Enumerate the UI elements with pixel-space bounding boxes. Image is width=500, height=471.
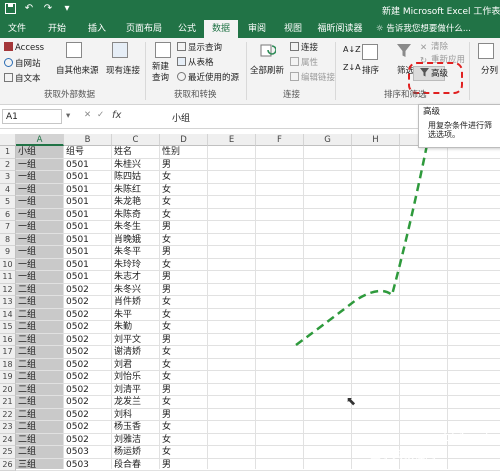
tooltip-title: 高级 [423, 108, 440, 117]
advanced-tooltip: 高级 用复杂条件进行筛选选项。 [418, 104, 500, 148]
watermark: jb51.net 查字典教程网 [360, 424, 500, 469]
tooltip-body: 用复杂条件进行筛选选项。 [428, 121, 498, 139]
annotation-arrow [0, 0, 500, 469]
